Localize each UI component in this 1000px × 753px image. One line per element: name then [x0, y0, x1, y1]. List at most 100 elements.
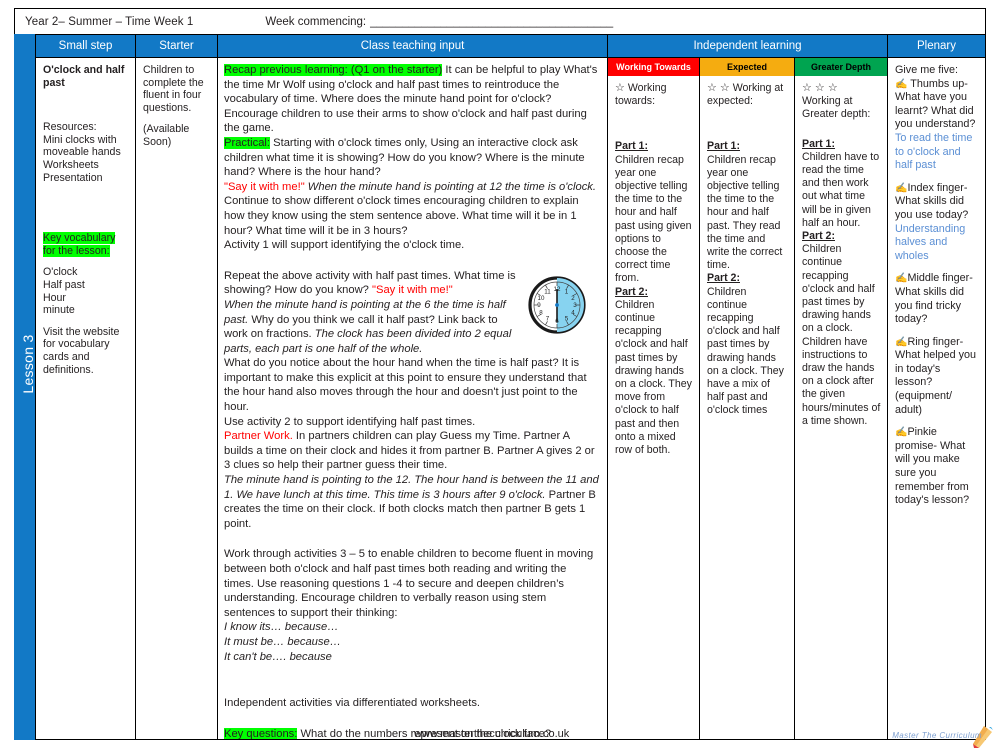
- expected-heading: ☆ ☆ Working at expected:: [707, 82, 788, 108]
- vocab-item: Half past: [43, 278, 85, 291]
- teaching-activities-3-5: Work through activities 3 – 5 to enable …: [224, 548, 594, 619]
- stem-item: It can't be…. because: [224, 650, 332, 663]
- column-header-small-step: Small step: [36, 34, 136, 58]
- analog-clock-icon: 1212 345 678 91011: [525, 273, 589, 337]
- ability-chip-working-towards: Working Towards: [608, 58, 700, 76]
- svg-text:11: 11: [544, 288, 551, 295]
- small-step-objective-text: O'clock and half past: [43, 64, 125, 89]
- part2-label: Part 2:: [615, 285, 648, 298]
- svg-text:10: 10: [538, 295, 545, 302]
- vocab-item: O'clock: [43, 266, 78, 279]
- working-towards-heading: ☆ Working towards:: [615, 82, 693, 108]
- column-header-starter: Starter: [136, 34, 218, 58]
- practical-label: Practical:: [224, 136, 271, 149]
- resource-item: Mini clocks with moveable hands: [43, 133, 121, 159]
- key-questions-label: Key questions:: [224, 727, 298, 740]
- ring-finger-icon: ✍: [895, 336, 908, 348]
- vocab-item: Hour: [43, 291, 66, 304]
- stem-item: I know its… because…: [224, 621, 339, 634]
- cell-working-towards: ☆ Working towards: Part 1: Children reca…: [608, 76, 700, 740]
- column-header-plenary: Plenary: [888, 34, 986, 58]
- teaching-paragraph-recap: Recap previous learning: (Q1 on the star…: [224, 63, 599, 136]
- plenary-item: ✍ Thumbs up- What have you learnt? What …: [895, 78, 979, 173]
- say-it-with-me-1: "Say it with me!": [224, 180, 305, 193]
- plenary-heading: Give me five:: [895, 64, 958, 76]
- website-note: Visit the website for vocabulary cards a…: [43, 325, 120, 376]
- greater-depth-part2: Part 2: Children continue recapping o'cl…: [802, 230, 881, 428]
- part2-label: Part 2:: [802, 230, 835, 243]
- resources-block: Resources: Mini clocks with moveable han…: [43, 121, 129, 184]
- part1-label: Part 1:: [707, 140, 740, 153]
- cell-expected: ☆ ☆ Working at expected: Part 1: Childre…: [700, 76, 795, 740]
- plenary-item: ✍Middle finger- What skills did you find…: [895, 272, 979, 326]
- svg-text:3: 3: [573, 302, 577, 309]
- svg-text:8: 8: [539, 309, 543, 316]
- column-header-class-teaching-input: Class teaching input: [218, 34, 608, 58]
- column-header-independent-learning: Independent learning: [608, 34, 888, 58]
- part2-text: Children continue recapping o'clock and …: [707, 285, 784, 417]
- part1-label: Part 1:: [615, 140, 648, 153]
- starter-text: Children to complete the fluent in four …: [143, 64, 204, 114]
- footer-url[interactable]: www.masterthecurriculum.co.uk: [414, 728, 569, 740]
- greater-depth-heading: ☆ ☆ ☆ Working at Greater depth:: [802, 82, 881, 122]
- teaching-partner-work: Partner Work. In partners children can p…: [224, 429, 599, 473]
- ability-chip-greater-depth: Greater Depth: [795, 58, 888, 76]
- teaching-activity-1: Activity 1 will support identifying the …: [224, 239, 465, 252]
- clue-sentences: The minute hand is pointing to the 12. T…: [224, 474, 599, 501]
- star-icon: ☆ ☆ ☆: [802, 82, 838, 94]
- svg-text:7: 7: [546, 315, 550, 322]
- middle-finger-icon: ✍: [895, 273, 908, 285]
- cell-class-teaching-input: Recap previous learning: (Q1 on the star…: [218, 58, 608, 740]
- part2-text: Children continue recapping o'clock and …: [802, 243, 881, 427]
- thumbs-up-icon: ✍: [895, 78, 908, 90]
- greater-depth-part1: Part 1: Children have to read the time a…: [802, 138, 881, 230]
- key-vocabulary-heading: Key vocabulary for the lesson:: [43, 232, 116, 257]
- svg-text:1: 1: [565, 288, 569, 295]
- repeat-text: Repeat the above activity with half past…: [224, 269, 516, 297]
- index-finger-icon: ✍: [895, 182, 908, 194]
- vocabulary-list: O'clock Half past Hour minute: [43, 266, 129, 316]
- teaching-continue: Continue to show different o'clock times…: [224, 195, 579, 237]
- expected-part2: Part 2: Children continue recapping o'cl…: [707, 272, 788, 417]
- partner-work-label: Partner Work.: [224, 430, 293, 443]
- lesson-plan-page: Year 2– Summer – Time Week 1 Week commen…: [0, 0, 1000, 750]
- teaching-say-it-1: "Say it with me!" When the minute hand i…: [224, 180, 599, 195]
- cell-greater-depth: ☆ ☆ ☆ Working at Greater depth: Part 1: …: [795, 76, 888, 740]
- working-towards-part1: Part 1: Children recap year one objectiv…: [615, 140, 693, 285]
- plenary-question: Middle finger- What skills did you find …: [895, 272, 973, 326]
- vocab-item: minute: [43, 304, 75, 317]
- cell-small-step: O'clock and half past Resources: Mini cl…: [36, 58, 136, 740]
- teaching-activity-2: Use activity 2 to support identifying ha…: [224, 415, 476, 428]
- part1-label: Part 1:: [802, 137, 835, 150]
- practical-text: Starting with o'clock times only, Using …: [224, 136, 585, 179]
- resource-item: Worksheets: [43, 158, 99, 171]
- plenary-answer: To read the time to o'clock and half pas…: [895, 131, 973, 172]
- svg-text:4: 4: [571, 309, 575, 316]
- ability-chip-expected: Expected: [700, 58, 795, 76]
- document-title-row: Year 2– Summer – Time Week 1 Week commen…: [14, 8, 986, 34]
- svg-text:5: 5: [565, 315, 569, 322]
- teaching-paragraph-practical: Practical: Starting with o'clock times o…: [224, 136, 599, 180]
- starter-availability: (Available Soon): [143, 123, 190, 148]
- cell-starter: Children to complete the fluent in four …: [136, 58, 218, 740]
- resource-item: Presentation: [43, 171, 103, 184]
- teaching-independent-note: Independent activities via differentiate…: [224, 697, 481, 710]
- star-icon: ☆ ☆: [707, 82, 730, 94]
- part2-text: Children continue recapping o'clock and …: [615, 298, 692, 457]
- plenary-answer: Understanding halves and wholes: [895, 222, 966, 262]
- plenary-item: ✍Ring finger- What helped you in today's…: [895, 336, 979, 418]
- plenary-item: ✍Index finger- What skills did you use t…: [895, 182, 979, 264]
- small-step-objective: O'clock and half past: [43, 64, 129, 89]
- svg-text:2: 2: [571, 295, 575, 302]
- say-it-with-me-2: "Say it with me!": [372, 284, 453, 297]
- recap-label: Recap previous learning: (Q1 on the star…: [224, 64, 443, 76]
- part1-text: Children have to read the time and then …: [802, 150, 880, 229]
- stem-sentence-1: When the minute hand is pointing at 12 t…: [304, 180, 596, 193]
- stem-item: It must be… because…: [224, 635, 341, 648]
- lesson-number-label: Lesson 3: [20, 334, 36, 394]
- teaching-clues: The minute hand is pointing to the 12. T…: [224, 473, 599, 531]
- resources-heading: Resources:: [43, 121, 97, 134]
- week-commencing-field[interactable]: ______________________________________: [370, 16, 613, 28]
- greater-depth-heading-text: Working at Greater depth:: [802, 95, 871, 121]
- plenary-question: Ring finger- What helped you in today's …: [895, 335, 977, 416]
